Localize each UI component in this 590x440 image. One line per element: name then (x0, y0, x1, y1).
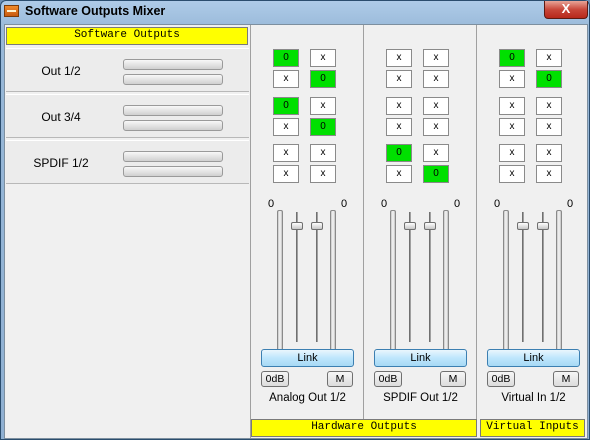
mixer-window: Software Outputs Mixer X Software Output… (0, 0, 590, 440)
fader-value-left: 0 (380, 198, 388, 210)
zero-db-button[interactable]: 0dB (487, 371, 515, 387)
link-button[interactable]: Link (374, 349, 467, 367)
fader-track-left (409, 212, 411, 342)
routing-cell[interactable]: x (273, 118, 299, 136)
software-output-label: SPDIF 1/2 (33, 156, 89, 170)
channel-strip-analog-out: 0 x x 0 0 x x 0 x x x x 0 0 Link 0dB M Analog Out 1/2 (251, 25, 364, 420)
routing-cell[interactable]: x (386, 118, 412, 136)
level-meter-left (503, 210, 509, 360)
hardware-outputs-header: Hardware Outputs (251, 419, 477, 437)
virtual-inputs-header: Virtual Inputs (480, 419, 585, 437)
software-outputs-header: Software Outputs (6, 27, 248, 45)
app-icon (4, 5, 19, 17)
routing-cell[interactable]: 0 (423, 165, 449, 183)
routing-cell[interactable]: x (273, 144, 299, 162)
level-meter-right (123, 120, 223, 131)
mute-button[interactable]: M (553, 371, 579, 387)
close-button[interactable]: X (544, 1, 588, 19)
routing-cell[interactable]: x (536, 97, 562, 115)
channel-strip-virtual-in: 0 x x 0 x x x x x x x x 0 0 Link 0dB M Virtual In 1/2 (477, 25, 590, 420)
routing-cell[interactable]: x (310, 49, 336, 67)
routing-cell[interactable]: x (386, 165, 412, 183)
routing-cell[interactable]: 0 (273, 49, 299, 67)
software-output-row: Out 1/2 (6, 48, 249, 92)
routing-cell[interactable]: x (386, 49, 412, 67)
mute-button[interactable]: M (327, 371, 353, 387)
level-meter-right (123, 166, 223, 177)
level-meter-left (123, 59, 223, 70)
level-meter-left (390, 210, 396, 360)
fader-value-right: 0 (340, 198, 348, 210)
routing-cell[interactable]: 0 (536, 70, 562, 88)
routing-cell[interactable]: x (386, 70, 412, 88)
link-button[interactable]: Link (487, 349, 580, 367)
routing-cell[interactable]: 0 (499, 49, 525, 67)
level-meter-left (277, 210, 283, 360)
routing-cell[interactable]: x (310, 97, 336, 115)
routing-cell[interactable]: x (536, 49, 562, 67)
fader-value-right: 0 (566, 198, 574, 210)
routing-cell[interactable]: x (499, 118, 525, 136)
routing-cell[interactable]: 0 (310, 70, 336, 88)
software-output-row: SPDIF 1/2 (6, 140, 249, 184)
routing-cell[interactable]: x (423, 97, 449, 115)
routing-cell[interactable]: x (310, 165, 336, 183)
window-title: Software Outputs Mixer (25, 4, 166, 18)
level-meter-right (443, 210, 449, 360)
software-output-label: Out 1/2 (41, 64, 81, 78)
level-meter-left (123, 151, 223, 162)
routing-cell[interactable]: 0 (273, 97, 299, 115)
mute-button[interactable]: M (440, 371, 466, 387)
routing-cell[interactable]: x (499, 144, 525, 162)
software-outputs-panel: Software Outputs Out 1/2 Out 3/4 SPDIF 1… (5, 25, 251, 438)
fader-value-left: 0 (267, 198, 275, 210)
level-meter-right (123, 74, 223, 85)
routing-cell[interactable]: x (273, 70, 299, 88)
fader-knob-left[interactable] (517, 222, 529, 230)
fader-track-right (316, 212, 318, 342)
fader-knob-right[interactable] (537, 222, 549, 230)
fader-knob-left[interactable] (291, 222, 303, 230)
level-meter-right (556, 210, 562, 360)
routing-cell[interactable]: x (273, 165, 299, 183)
routing-cell[interactable]: x (423, 49, 449, 67)
channel-strip-spdif-out: x x x x x x x x 0 x x 0 0 0 Link 0dB M SPDIF Out 1/2 (364, 25, 477, 420)
routing-cell[interactable]: x (386, 97, 412, 115)
routing-cell[interactable]: x (423, 118, 449, 136)
title-bar[interactable]: Software Outputs Mixer X (1, 1, 589, 23)
routing-cell[interactable]: x (423, 70, 449, 88)
level-meter-right (330, 210, 336, 360)
link-button[interactable]: Link (261, 349, 354, 367)
fader-track-right (542, 212, 544, 342)
fader-track-left (296, 212, 298, 342)
zero-db-button[interactable]: 0dB (374, 371, 402, 387)
fader-knob-right[interactable] (311, 222, 323, 230)
channel-name-label: Analog Out 1/2 (269, 392, 346, 404)
routing-cell[interactable]: x (499, 70, 525, 88)
routing-cell[interactable]: 0 (310, 118, 336, 136)
zero-db-button[interactable]: 0dB (261, 371, 289, 387)
fader-track-left (522, 212, 524, 342)
routing-cell[interactable]: x (499, 97, 525, 115)
fader-knob-left[interactable] (404, 222, 416, 230)
routing-cell[interactable]: x (536, 118, 562, 136)
level-meter-left (123, 105, 223, 116)
routing-cell[interactable]: x (536, 144, 562, 162)
channel-name-label: Virtual In 1/2 (501, 392, 566, 404)
routing-cell[interactable]: x (310, 144, 336, 162)
fader-knob-right[interactable] (424, 222, 436, 230)
routing-cell[interactable]: x (536, 165, 562, 183)
fader-value-left: 0 (493, 198, 501, 210)
channel-name-label: SPDIF Out 1/2 (383, 392, 458, 404)
routing-cell[interactable]: x (423, 144, 449, 162)
fader-track-right (429, 212, 431, 342)
software-output-label: Out 3/4 (41, 110, 81, 124)
software-output-row: Out 3/4 (6, 94, 249, 138)
fader-value-right: 0 (453, 198, 461, 210)
client-area: Software Outputs Out 1/2 Out 3/4 SPDIF 1… (4, 24, 588, 439)
hardware-outputs-panel: 0 x x 0 0 x x 0 x x x x 0 0 Link 0dB M Analog Out 1/2 xxx… (251, 25, 588, 438)
routing-cell[interactable]: 0 (386, 144, 412, 162)
routing-cell[interactable]: x (499, 165, 525, 183)
